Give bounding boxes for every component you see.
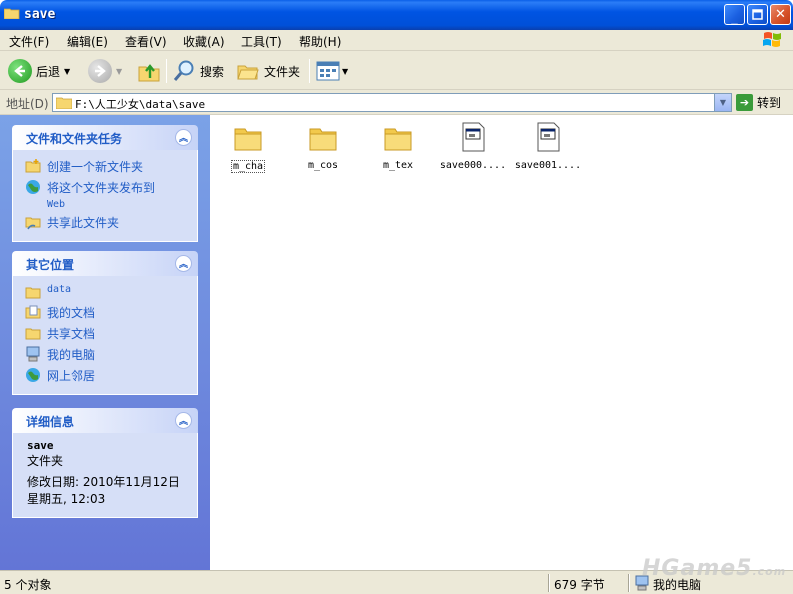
address-label: 地址(D) (6, 97, 49, 111)
up-folder-icon (138, 64, 160, 82)
folder-icon (4, 8, 20, 19)
menu-bar: 文件(F) 编辑(E) 查看(V) 收藏(A) 工具(T) 帮助(H) (0, 30, 793, 51)
close-icon: ✕ (775, 7, 786, 22)
place-shared-documents[interactable]: 共享文档 (13, 323, 197, 344)
address-bar: 地址(D) F:\人工少女\data\save ▼ ➔ 转到 (0, 90, 793, 115)
place-my-documents[interactable]: 我的文档 (13, 302, 197, 323)
menu-file[interactable]: 文件(F) (9, 33, 49, 50)
minimize-button[interactable]: _ (724, 4, 745, 25)
place-network[interactable]: 网上邻居 (13, 365, 197, 386)
folder-icon (384, 128, 412, 151)
folder-icon (56, 97, 72, 109)
back-dropdown-icon[interactable]: ▼ (64, 67, 70, 76)
other-places-panel: 其它位置 ︽ data 我的文档 共享文档 我的电脑 网上邻居 (12, 251, 198, 395)
go-button[interactable]: ➔ 转到 (736, 94, 781, 111)
views-button[interactable]: ▼ (316, 57, 348, 85)
views-dropdown-icon[interactable]: ▼ (342, 67, 348, 76)
collapse-icon[interactable]: ︽ (175, 255, 192, 272)
chevron-down-icon: ▼ (719, 98, 727, 107)
file-item-folder[interactable]: m_cos (287, 121, 359, 171)
file-item-folder[interactable]: m_tex (362, 121, 434, 171)
details-modified-day: 星期五, 12:03 (27, 492, 106, 506)
folders-button[interactable]: 文件夹 (236, 57, 300, 85)
folder-icon (309, 128, 337, 151)
details-panel-header[interactable]: 详细信息 ︽ (12, 408, 198, 433)
details-modified: 修改日期: 2010年11月12日 (27, 475, 180, 489)
file-list[interactable]: m_cha m_cos m_tex save000.... save001...… (210, 115, 793, 570)
tasks-panel: 文件和文件夹任务 ︽ 创建一个新文件夹 将这个文件夹发布到 Web 共享此文件夹 (12, 125, 198, 242)
maximize-icon (752, 9, 763, 20)
task-share-folder[interactable]: 共享此文件夹 (13, 212, 197, 233)
forward-dropdown-icon[interactable]: ▼ (116, 67, 122, 76)
views-icon (316, 61, 340, 81)
publish-web-icon (26, 180, 40, 194)
address-path: F:\人工少女\data\save (75, 98, 206, 111)
folder-icon (234, 128, 262, 151)
my-documents-icon (25, 305, 41, 319)
back-button[interactable]: 后退 ▼ (8, 57, 70, 85)
task-publish-web[interactable]: 将这个文件夹发布到 Web (13, 177, 197, 212)
address-input[interactable]: F:\人工少女\data\save ▼ (52, 93, 732, 112)
menu-favorites[interactable]: 收藏(A) (183, 33, 225, 50)
menu-view[interactable]: 查看(V) (125, 33, 167, 50)
window-title: save (24, 7, 56, 22)
menu-edit[interactable]: 编辑(E) (67, 33, 108, 50)
details-panel: 详细信息 ︽ save 文件夹 修改日期: 2010年11月12日 星期五, 1… (12, 408, 198, 518)
other-places-header[interactable]: 其它位置 ︽ (12, 251, 198, 276)
back-arrow-icon (8, 59, 32, 83)
forward-button[interactable]: ▼ (88, 57, 122, 85)
shared-documents-icon (25, 328, 41, 340)
folder-icon (25, 287, 41, 299)
maximize-button[interactable] (747, 4, 768, 25)
status-size: 679 字节 (554, 578, 605, 592)
close-button[interactable]: ✕ (770, 4, 791, 25)
tasks-panel-header[interactable]: 文件和文件夹任务 ︽ (12, 125, 198, 150)
task-new-folder[interactable]: 创建一个新文件夹 (13, 156, 197, 177)
place-my-computer[interactable]: 我的电脑 (13, 344, 197, 365)
details-name: save (27, 439, 54, 452)
windows-logo-icon (763, 32, 781, 47)
menu-help[interactable]: 帮助(H) (299, 33, 341, 50)
watermark: HGame5.com (642, 556, 787, 581)
collapse-icon[interactable]: ︽ (175, 412, 192, 429)
forward-arrow-icon (88, 59, 112, 83)
up-folder-button[interactable] (137, 57, 161, 85)
status-object-count: 5 个对象 (4, 578, 52, 592)
title-bar[interactable]: save _ ✕ (0, 0, 793, 30)
file-item-save[interactable]: save000.... (437, 121, 509, 171)
folders-icon (237, 65, 259, 80)
share-folder-icon (25, 217, 41, 230)
address-dropdown-button[interactable]: ▼ (714, 94, 731, 111)
file-item-save[interactable]: save001.... (512, 121, 584, 171)
details-type: 文件夹 (27, 454, 64, 468)
file-icon (462, 122, 485, 152)
task-pane: 文件和文件夹任务 ︽ 创建一个新文件夹 将这个文件夹发布到 Web 共享此文件夹 (0, 115, 210, 570)
place-data[interactable]: data (13, 282, 197, 302)
collapse-icon[interactable]: ︽ (175, 129, 192, 146)
menu-tools[interactable]: 工具(T) (241, 33, 282, 50)
file-item-folder[interactable]: m_cha (212, 121, 284, 173)
my-computer-icon (26, 346, 40, 362)
search-icon (173, 60, 194, 81)
search-button[interactable]: 搜索 (172, 57, 224, 85)
network-places-icon (26, 368, 40, 382)
toolbar: 后退 ▼ ▼ 搜索 文件夹 ▼ (0, 51, 793, 90)
go-arrow-icon: ➔ (736, 94, 753, 111)
new-folder-icon (25, 159, 41, 173)
file-icon (537, 122, 560, 152)
